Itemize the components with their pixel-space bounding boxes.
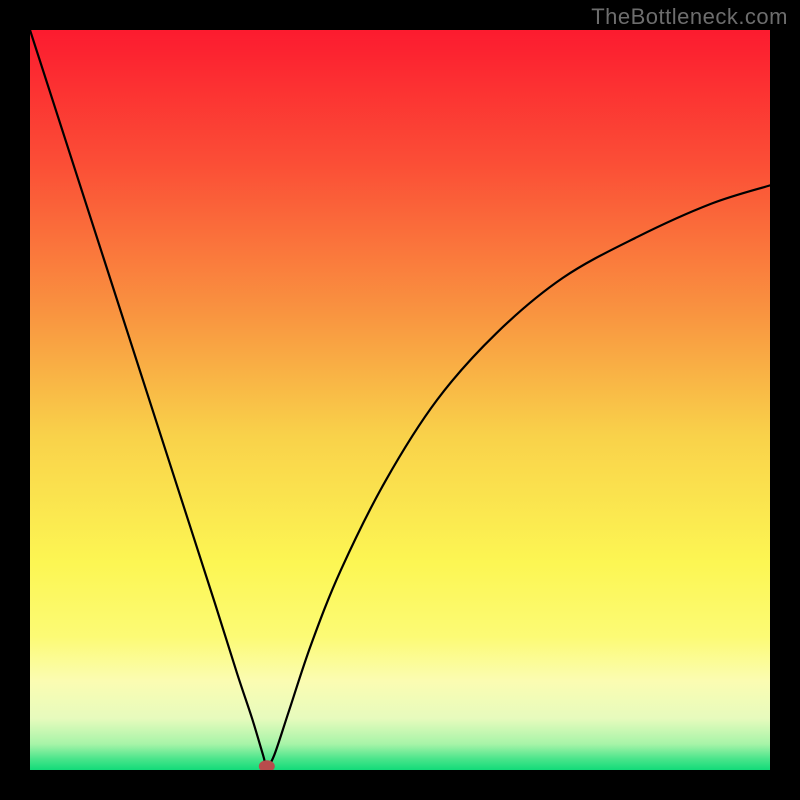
chart-frame: TheBottleneck.com (0, 0, 800, 800)
watermark-text: TheBottleneck.com (591, 4, 788, 30)
gradient-background (30, 30, 770, 770)
chart-svg (30, 30, 770, 770)
plot-area (30, 30, 770, 770)
